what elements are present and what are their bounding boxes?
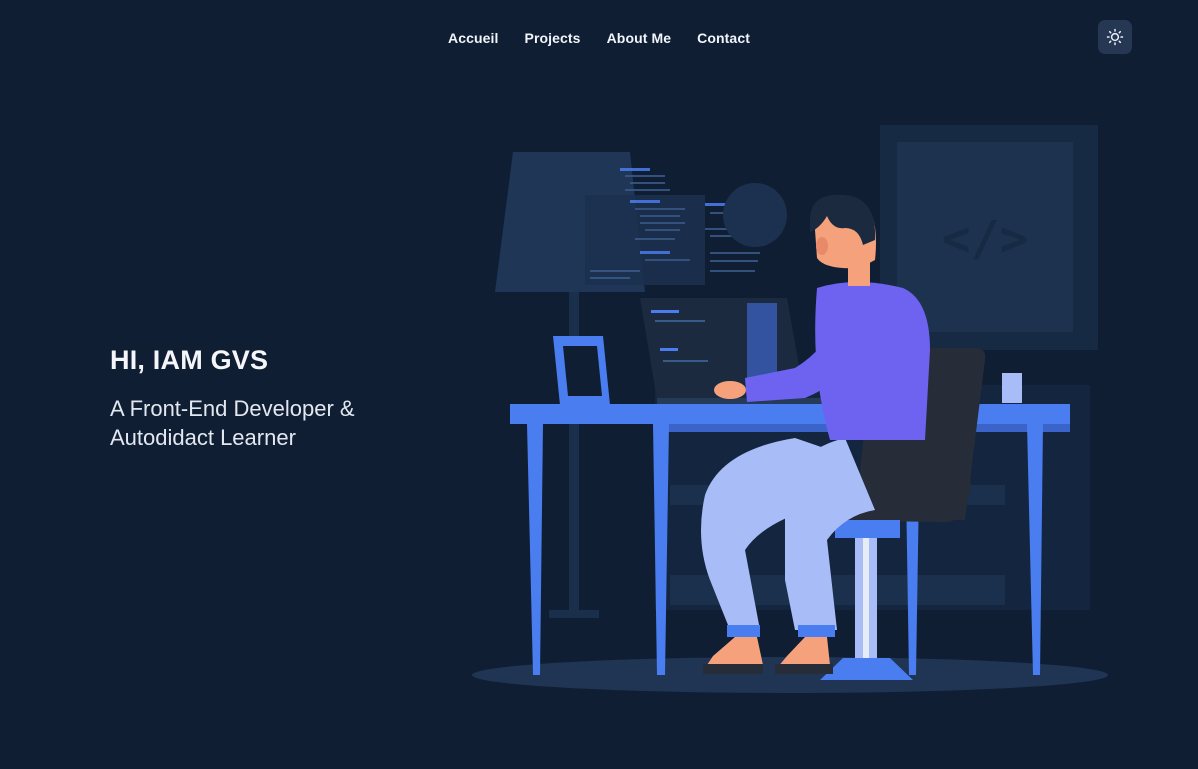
background-circle bbox=[723, 183, 787, 247]
hero-subtitle: A Front-End Developer & Autodidact Learn… bbox=[110, 394, 450, 452]
hero-subtitle-line-2: Autodidact Learner bbox=[110, 425, 296, 450]
nav-link-about-me[interactable]: About Me bbox=[607, 28, 672, 48]
code-symbol: </> bbox=[942, 211, 1029, 267]
cup bbox=[1002, 373, 1022, 403]
page: Accueil Projects About Me Contact HI, IA… bbox=[0, 0, 1198, 769]
sun-icon bbox=[1106, 28, 1124, 46]
nav-link-projects[interactable]: Projects bbox=[525, 28, 581, 48]
photo-frame bbox=[553, 336, 610, 405]
nav-link-accueil[interactable]: Accueil bbox=[448, 28, 499, 48]
developer-illustration: </> bbox=[472, 125, 1108, 693]
theme-toggle-button[interactable] bbox=[1098, 20, 1132, 54]
hero-section: HI, IAM GVS A Front-End Developer & Auto… bbox=[110, 345, 450, 452]
main-nav: Accueil Projects About Me Contact bbox=[0, 28, 1198, 48]
hero-subtitle-line-1: A Front-End Developer & bbox=[110, 396, 355, 421]
hero-title: HI, IAM GVS bbox=[110, 345, 269, 375]
nav-link-contact[interactable]: Contact bbox=[697, 28, 750, 48]
